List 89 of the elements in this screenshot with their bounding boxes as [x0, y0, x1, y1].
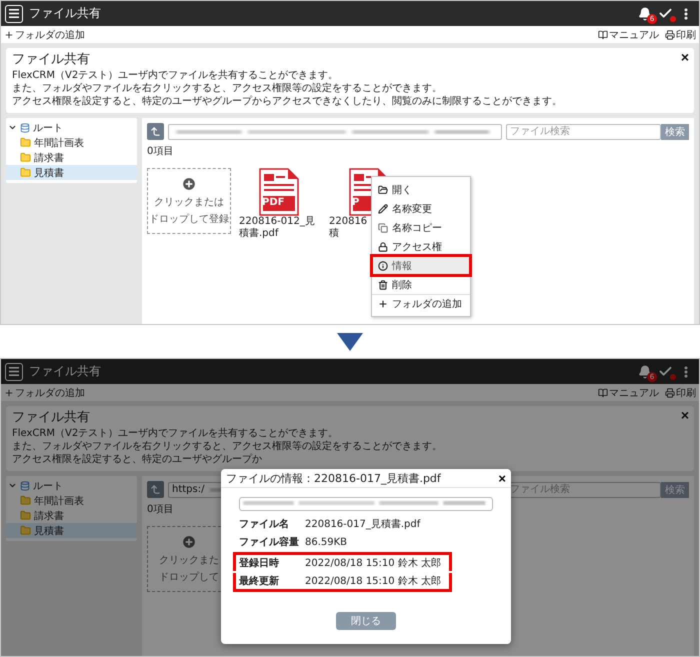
file-name: 積: [328, 228, 339, 240]
up-button[interactable]: [147, 123, 164, 140]
tree-item[interactable]: ルート: [33, 120, 63, 134]
print-link[interactable]: 印刷: [665, 386, 696, 400]
file-type-label: PDF: [262, 197, 284, 209]
printer-icon: [665, 388, 675, 398]
drive-icon: [20, 480, 30, 490]
lock-icon: [378, 242, 388, 252]
path-field[interactable]: [168, 124, 502, 140]
plus-circle-icon: [181, 534, 197, 550]
description-text: FlexCRM（V2テスト）ユーザ内でファイルを共有することができます。: [12, 69, 340, 82]
plus-icon: [4, 30, 14, 40]
book-icon: [598, 388, 608, 398]
pencil-icon: [378, 204, 388, 214]
tree-item[interactable]: ルート: [33, 478, 63, 492]
url-field[interactable]: [239, 497, 493, 511]
chevron-icon[interactable]: [8, 123, 17, 132]
info-value: 2022/08/18 15:10 鈴木 太郎: [305, 556, 441, 570]
description-text: また、フォルダやファイルを右クリックすると、アクセス権限等の設定をすることができます。: [12, 440, 443, 453]
menu-item[interactable]: 名称コピー: [372, 218, 470, 237]
folder-icon: [20, 167, 31, 178]
menu-item[interactable]: 情報: [372, 256, 470, 275]
info-value: 86.59KB: [305, 536, 348, 548]
tree-item[interactable]: 請求書: [6, 508, 137, 523]
info-label: 最終更新: [239, 574, 280, 588]
item-count: 0項目: [147, 145, 174, 158]
tree-item[interactable]: 見積書: [6, 523, 137, 538]
drive-icon: [20, 122, 30, 132]
app-title: ファイル共有: [29, 363, 102, 380]
tree-item[interactable]: 見積書: [6, 165, 137, 180]
add-folder-link[interactable]: フォルダの追加: [4, 386, 85, 400]
info-label: ファイル名: [239, 518, 290, 531]
folder-icon: [378, 184, 388, 194]
card-title: ファイル共有: [12, 409, 90, 427]
description-text: FlexCRM（V2テスト）ユーザ内でファイルを共有することができます。: [12, 427, 340, 440]
info-label: ファイル容量: [239, 535, 300, 549]
card-title: ファイル共有: [12, 51, 90, 69]
file-name: 220816-012_見: [238, 216, 315, 228]
print-link[interactable]: 印刷: [665, 28, 696, 42]
up-button[interactable]: [147, 481, 164, 498]
dialog-title: ファイルの情報：220816-017_見積書.pdf: [226, 470, 441, 486]
book-icon: [598, 30, 608, 40]
file-name: 220816: [328, 216, 368, 228]
tree-item[interactable]: 年間計画表: [6, 135, 137, 150]
down-arrow-icon: [337, 332, 363, 350]
file-name: 積書.pdf: [238, 228, 278, 240]
upload-dropzone[interactable]: クリックまたは ドロップして登録: [147, 168, 231, 234]
info-label: 登録日時: [239, 556, 280, 570]
close-button[interactable]: ×: [680, 50, 689, 64]
info-value: 220816-017_見積書.pdf: [305, 518, 420, 531]
folder-icon: [20, 152, 31, 163]
printer-icon: [665, 30, 675, 40]
menu-icon: [9, 367, 19, 376]
description-text: アクセス権限を設定すると、特定のユーザやグループか: [12, 453, 263, 466]
plus-icon: [4, 388, 14, 398]
add-folder-link[interactable]: フォルダの追加: [4, 28, 85, 42]
close-button[interactable]: ×: [680, 408, 689, 422]
menu-item[interactable]: 名称変更: [372, 199, 470, 218]
menu-icon: [9, 9, 19, 18]
file-type-label: P: [352, 197, 360, 209]
close-button[interactable]: ×: [498, 472, 506, 484]
up-arrow-icon: [150, 484, 161, 495]
folder-icon: [20, 137, 31, 148]
manual-link[interactable]: マニュアル: [598, 28, 659, 42]
chevron-icon[interactable]: [8, 481, 17, 490]
folder-icon: [20, 510, 31, 521]
app-title: ファイル共有: [29, 5, 102, 22]
folder-icon: [20, 525, 31, 536]
description-text: アクセス権限を設定すると、特定のユーザやグループからアクセスできなくしたり、閲覧のみに制限することができます。: [12, 95, 563, 108]
copy-icon: [378, 222, 388, 232]
folder-icon: [20, 495, 31, 506]
menu-item[interactable]: 開く: [372, 180, 470, 199]
status-dot: [670, 16, 676, 22]
search-field[interactable]: ファイル検索: [506, 124, 661, 140]
description-text: また、フォルダやファイルを右クリックすると、アクセス権限等の設定をすることができます。: [12, 82, 443, 95]
up-arrow-icon: [150, 126, 161, 137]
trash-icon: [378, 280, 388, 290]
info-icon: [378, 260, 388, 270]
menu-item[interactable]: フォルダの追加: [372, 294, 470, 313]
bell-icon[interactable]: [638, 6, 652, 20]
menu-button[interactable]: [5, 4, 23, 22]
plus-circle-icon: [181, 176, 197, 192]
plus-icon: [378, 299, 388, 309]
info-value: 2022/08/18 15:10 鈴木 太郎: [305, 574, 441, 588]
item-count: 0項目: [147, 503, 174, 516]
manual-link[interactable]: マニュアル: [598, 386, 659, 400]
tree-item[interactable]: 年間計画表: [6, 493, 137, 508]
tree-item[interactable]: 請求書: [6, 150, 137, 165]
status-dot: [670, 374, 676, 380]
